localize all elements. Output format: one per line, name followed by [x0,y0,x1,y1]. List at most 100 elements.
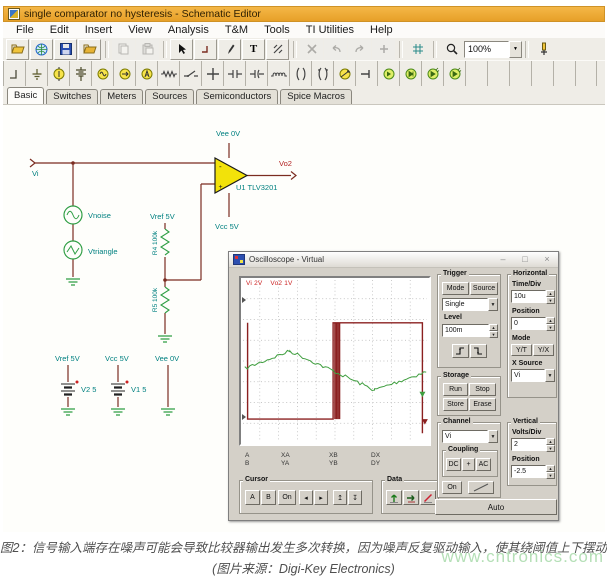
cursor-b-button[interactable]: B [261,490,276,505]
component-node-button[interactable] [201,61,223,87]
open-file-button[interactable] [6,39,29,60]
channel-dropdown-arrow[interactable]: ▼ [488,430,498,443]
component-potentiometer-button[interactable] [333,61,355,87]
component-battery-button[interactable] [69,61,91,87]
stop-button[interactable]: Stop [469,383,496,396]
component-ammeter-button[interactable] [135,61,157,87]
data-edit-button[interactable] [420,490,436,505]
yt-mode-button[interactable]: Y/T [511,344,532,356]
cursor-on-button[interactable]: On [278,490,296,505]
component-photodiode-button[interactable] [443,61,465,87]
channel-select[interactable]: Vi [442,430,488,443]
component-voltage-source-button[interactable] [47,61,69,87]
maximize-button[interactable]: □ [518,253,532,265]
paste-button[interactable] [136,39,159,60]
cursor-a-button[interactable]: A [245,490,260,505]
voltsdiv-spinner[interactable]: ▲▼ [546,438,555,451]
battery-v2[interactable]: V2 5 [61,381,96,395]
redo-button[interactable] [348,39,371,60]
save-button[interactable] [54,39,77,60]
instrument-button[interactable] [532,39,555,60]
trigger-mode-select[interactable]: Single [442,298,488,311]
component-electrolytic-capacitor-button[interactable] [245,61,267,87]
coupling-dc-button[interactable]: DC [446,458,461,471]
delete-button[interactable] [300,39,323,60]
cursor-right-button[interactable]: ▸ [314,490,328,505]
component-jack-button[interactable] [355,61,377,87]
tab-switches[interactable]: Switches [46,89,98,104]
h-position-input[interactable]: 0 [511,317,546,330]
coupling-gnd-button[interactable]: + [462,458,475,471]
menu-insert[interactable]: Insert [77,24,121,36]
voltsdiv-input[interactable]: 2 [511,438,546,451]
zoom-level-select[interactable]: 100% [464,41,509,58]
hatch-tool-button[interactable] [266,39,289,60]
menu-file[interactable]: File [8,24,42,36]
grid-toggle-button[interactable] [406,39,429,60]
coupling-ac-button[interactable]: AC [476,458,491,471]
erase-button[interactable]: Erase [469,398,496,411]
minimize-button[interactable]: – [496,253,510,265]
store-button[interactable]: Store [443,398,468,411]
import-button[interactable] [78,39,101,60]
menu-help[interactable]: Help [362,24,401,36]
close-button[interactable]: × [540,253,554,265]
cursor-up-button[interactable]: ↥ [333,490,347,505]
menu-analysis[interactable]: Analysis [160,24,217,36]
add-button[interactable] [372,39,395,60]
h-position-spinner[interactable]: ▲▼ [546,317,555,330]
trigger-mode-button[interactable]: Mode [442,282,469,295]
cursor-left-button[interactable]: ◂ [299,490,313,505]
auto-button[interactable]: Auto [435,499,557,515]
select-tool-button[interactable] [170,39,193,60]
schematic-canvas[interactable]: Vnoise Vtriangle R4 100k R5 100k [3,104,605,533]
wire-tool-button[interactable] [194,39,217,60]
resistor-r5[interactable]: R5 100k [152,287,169,313]
data-import-button[interactable] [403,490,419,505]
trigger-source-button[interactable]: Source [470,282,498,295]
component-led-button[interactable] [421,61,443,87]
trigger-level-input[interactable]: 100m [442,324,489,337]
tab-sources[interactable]: Sources [145,89,194,104]
cursor-down-button[interactable]: ↧ [348,490,362,505]
text-tool-button[interactable]: T [242,39,265,60]
component-diode-button[interactable] [377,61,399,87]
v-position-input[interactable]: -2.5 [511,465,546,478]
zoom-tool-button[interactable] [440,39,463,60]
yx-mode-button[interactable]: Y/X [533,344,554,356]
oscilloscope-window[interactable]: Oscilloscope - Virtual – □ × Vi 2VVo2 1V… [228,251,559,521]
source-vnoise[interactable]: Vnoise [64,206,111,224]
component-wire-button[interactable] [3,61,25,87]
tab-basic[interactable]: Basic [7,87,44,104]
v-position-spinner[interactable]: ▲▼ [546,465,555,478]
pen-tool-button[interactable] [218,39,241,60]
trigger-falling-edge-button[interactable] [470,344,487,358]
component-voltage-generator-button[interactable] [91,61,113,87]
undo-button[interactable] [324,39,347,60]
tab-spice-macros[interactable]: Spice Macros [280,89,352,104]
copy-button[interactable] [112,39,135,60]
tab-meters[interactable]: Meters [100,89,143,104]
resistor-r4[interactable]: R4 100k [152,229,169,255]
menu-tm[interactable]: T&M [217,24,256,36]
component-transformer-button[interactable] [289,61,311,87]
trigger-level-spinner[interactable]: ▲▼ [489,324,498,337]
menu-ti-utilities[interactable]: TI Utilities [298,24,362,36]
component-switch-button[interactable] [179,61,201,87]
component-coupled-inductor-button[interactable] [311,61,333,87]
channel-slope-button[interactable] [468,481,494,494]
xsource-select[interactable]: Vi [511,369,545,382]
component-capacitor-button[interactable] [223,61,245,87]
source-vtriangle[interactable]: Vtriangle [64,241,118,259]
menu-view[interactable]: View [120,24,160,36]
timediv-spinner[interactable]: ▲▼ [546,290,555,303]
open-examples-button[interactable] [30,39,53,60]
component-current-generator-button[interactable] [113,61,135,87]
data-export-button[interactable] [386,490,402,505]
tab-semiconductors[interactable]: Semiconductors [196,89,278,104]
component-inductor-button[interactable] [267,61,289,87]
menu-tools[interactable]: Tools [256,24,298,36]
battery-v1[interactable]: V1 5 [111,381,146,395]
component-ground-button[interactable] [25,61,47,87]
trigger-mode-dropdown-arrow[interactable]: ▼ [488,298,498,311]
